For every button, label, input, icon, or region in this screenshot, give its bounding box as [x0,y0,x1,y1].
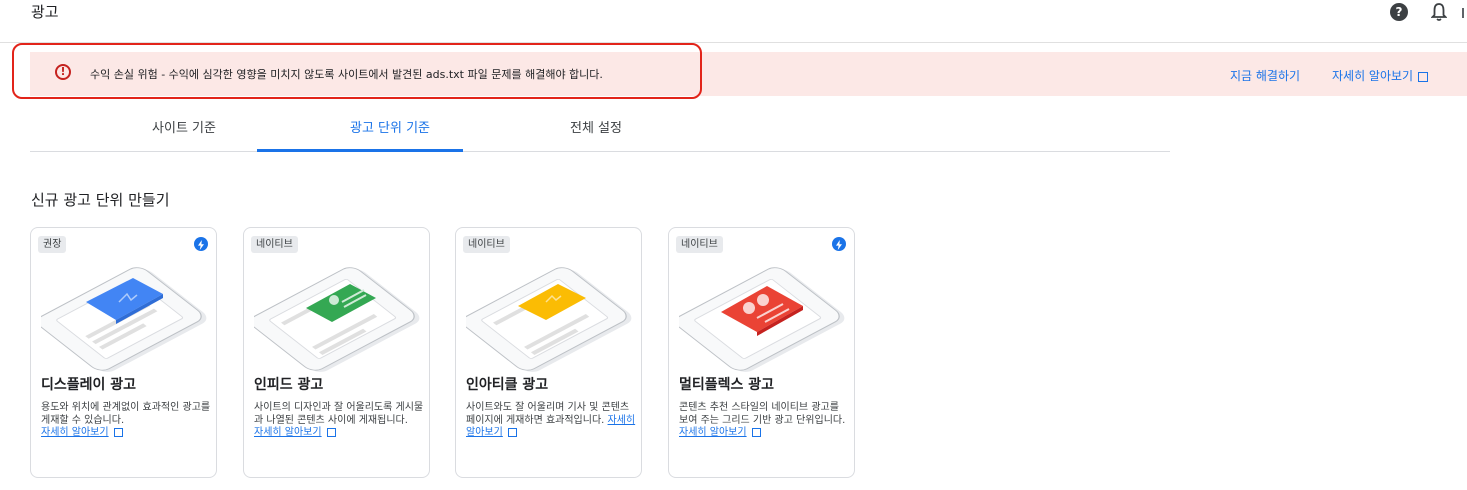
overflow-edge [1462,8,1464,18]
external-link-icon [1418,71,1429,82]
ads-txt-alert-banner: ! 수익 손실 위험 - 수익에 심각한 영향을 미치지 않도록 사이트에서 발… [30,52,1467,96]
card-description: 용도와 위치에 관계없이 효과적인 광고를 게재할 수 있습니다. 자세히 알아… [41,402,211,440]
card-title: 인아티클 광고 [466,377,549,393]
section-title: 신규 광고 단위 만들기 [31,191,170,209]
card-description-text: 콘텐츠 추천 스타일의 네이티브 광고를 보여 주는 그리드 기반 광고 단위입… [679,402,846,426]
multiplex-ad-card[interactable]: 네이티브 멀티플렉스 광고 콘텐츠 추천 스타일의 네이티브 광고를 보여 주는… [668,227,855,478]
learn-more-link[interactable]: 자세히 알아보기 [254,427,322,438]
card-description: 콘텐츠 추천 스타일의 네이티브 광고를 보여 주는 그리드 기반 광고 단위입… [679,402,849,440]
bolt-icon [832,237,846,251]
tab-by-ad-unit[interactable]: 광고 단위 기준 [287,117,493,136]
infeed-ad-card[interactable]: 네이티브 인피드 광고 사이트의 디자인과 잘 어울리도록 게시물과 나열된 콘… [243,227,430,478]
learn-more-label: 자세히 알아보기 [1332,69,1414,83]
card-title: 디스플레이 광고 [41,377,137,393]
fix-now-link[interactable]: 지금 해결하기 [1230,67,1300,84]
phone-illustration [466,267,632,372]
external-link-icon [751,427,761,437]
card-title: 멀티플렉스 광고 [679,377,775,393]
active-tab-indicator [257,149,463,152]
card-description: 사이트의 디자인과 잘 어울리도록 게시물과 나열된 콘텐츠 사이에 게재됩니다… [254,402,424,440]
bell-icon[interactable] [1431,2,1447,22]
external-link-icon [326,427,336,437]
alert-message: 수익 손실 위험 - 수익에 심각한 영향을 미치지 않도록 사이트에서 발견된… [90,68,603,81]
fix-now-label: 지금 해결하기 [1230,69,1301,83]
learn-more-link[interactable]: 자세히 알아보기 [1332,67,1429,84]
learn-more-link[interactable]: 자세히 알아보기 [679,427,747,438]
top-header: 광고 ? [0,0,1467,43]
inarticle-ad-card[interactable]: 네이티브 인아티클 광고 사이트와도 잘 어울리며 기사 및 콘텐츠 페이지에 … [455,227,642,478]
card-description-text: 사이트와도 잘 어울리며 기사 및 콘텐츠 페이지에 게재하면 효과적입니다. [466,402,630,426]
help-icon[interactable]: ? [1390,3,1408,21]
external-link-icon [113,427,123,437]
phone-illustration [254,267,420,372]
learn-more-link[interactable]: 자세히 알아보기 [41,427,109,438]
card-title: 인피드 광고 [254,377,324,393]
card-description: 사이트와도 잘 어울리며 기사 및 콘텐츠 페이지에 게재하면 효과적입니다. … [466,402,636,440]
external-link-icon [507,427,517,437]
bolt-icon [194,237,208,251]
tab-global-settings[interactable]: 전체 설정 [493,117,699,136]
card-description-text: 용도와 위치에 관계없이 효과적인 광고를 게재할 수 있습니다. [41,402,211,426]
alert-exclamation-icon: ! [55,64,71,80]
view-tabs: 사이트 기준 광고 단위 기준 전체 설정 [30,105,1170,152]
page-title: 광고 [31,3,59,21]
tab-by-site[interactable]: 사이트 기준 [81,117,287,136]
phone-illustration [41,267,207,372]
display-ad-card[interactable]: 권장 디스플레이 광고 용도와 위치에 관계없이 효과적인 광고를 게재할 수 … [30,227,217,478]
card-description-text: 사이트의 디자인과 잘 어울리도록 게시물과 나열된 콘텐츠 사이에 게재됩니다… [254,402,424,426]
phone-illustration [679,267,845,372]
